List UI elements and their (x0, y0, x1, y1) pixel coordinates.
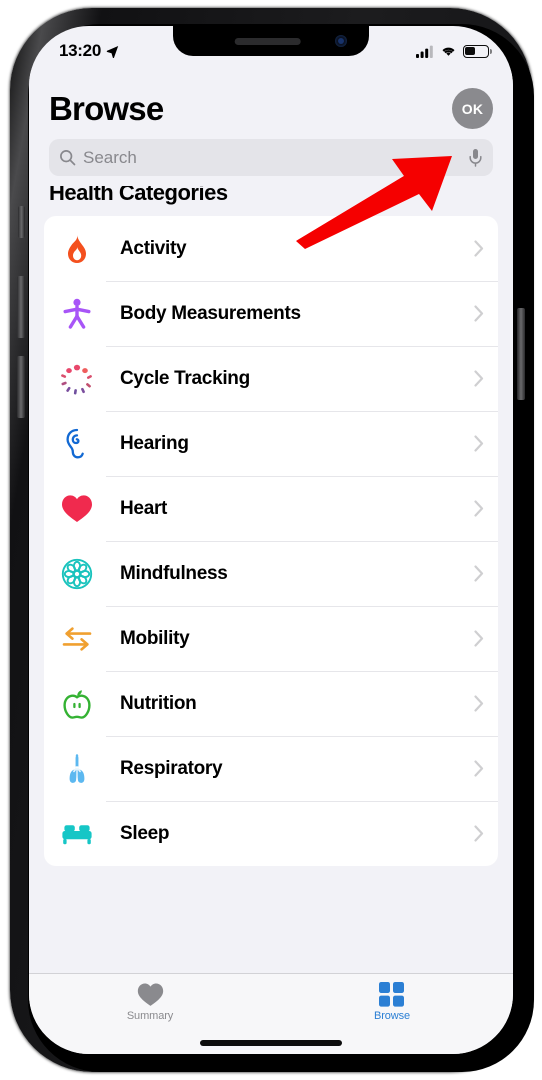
home-indicator[interactable] (200, 1040, 342, 1046)
list-item[interactable]: Mindfulness (44, 541, 498, 606)
power-button[interactable] (517, 308, 525, 400)
list-item-label: Heart (120, 497, 168, 519)
chevron-right-icon (474, 500, 484, 517)
list-item-label: Activity (120, 237, 187, 259)
notch (173, 26, 369, 56)
ear-icon (60, 427, 94, 461)
list-item-label: Body Measurements (120, 302, 301, 324)
heart-icon (60, 492, 94, 526)
scroll-content[interactable]: Health Categories Activity Body Measurem… (29, 168, 513, 973)
list-item[interactable]: Body Measurements (44, 281, 498, 346)
list-item[interactable]: Hearing (44, 411, 498, 476)
status-bar-left: 13:20 (59, 41, 119, 61)
app-header: Browse OK Search (29, 70, 513, 186)
bed-icon (60, 817, 94, 851)
apple-icon (60, 687, 94, 721)
tab-browse-label: Browse (373, 1010, 411, 1022)
list-item[interactable]: Mobility (44, 606, 498, 671)
search-icon (60, 150, 76, 166)
chevron-right-icon (474, 370, 484, 387)
mandala-icon (60, 557, 94, 591)
list-item-label: Nutrition (120, 692, 197, 714)
list-item-label: Cycle Tracking (120, 367, 250, 389)
tab-summary-label: Summary (126, 1010, 174, 1022)
avatar-profile-button[interactable]: OK (452, 88, 493, 129)
volume-up-button[interactable] (17, 276, 25, 338)
flame-icon (60, 232, 94, 266)
list-item-label: Mindfulness (120, 562, 228, 584)
list-item-label: Hearing (120, 432, 189, 454)
page-title: Browse (49, 89, 164, 127)
header-row: Browse OK (49, 88, 493, 129)
body-figure-icon (60, 297, 94, 331)
search-input[interactable]: Search (49, 139, 493, 176)
chevron-right-icon (474, 760, 484, 777)
chevron-right-icon (474, 630, 484, 647)
health-categories-card: Activity Body Measurements Cycle Trackin… (44, 216, 498, 866)
wifi-icon (442, 47, 455, 56)
chevron-right-icon (474, 305, 484, 322)
search-placeholder: Search (83, 147, 137, 167)
list-item-label: Mobility (120, 627, 190, 649)
volume-down-button[interactable] (17, 356, 25, 418)
status-bar-right (416, 44, 492, 58)
battery-icon (463, 44, 492, 58)
cycle-dots-icon (60, 362, 94, 396)
chevron-right-icon (474, 695, 484, 712)
front-camera-icon (335, 35, 347, 47)
list-item[interactable]: Sleep (44, 801, 498, 866)
avatar-initials: OK (461, 100, 484, 117)
heart-filled-icon (137, 983, 163, 1006)
list-item[interactable]: Nutrition (44, 671, 498, 736)
lungs-icon (60, 752, 94, 786)
microphone-icon[interactable] (468, 148, 483, 167)
list-item[interactable]: Cycle Tracking (44, 346, 498, 411)
cellular-signal-icon (416, 45, 433, 58)
earpiece-speaker (234, 38, 301, 45)
chevron-right-icon (474, 565, 484, 582)
chevron-right-icon (474, 240, 484, 257)
arrows-icon (60, 622, 94, 656)
chevron-right-icon (474, 435, 484, 452)
battery-fill (465, 46, 475, 56)
silent-switch[interactable] (18, 206, 25, 238)
list-item-label: Sleep (120, 822, 170, 844)
list-item[interactable]: Respiratory (44, 736, 498, 801)
grid-squares-icon (379, 982, 404, 1007)
list-item-label: Respiratory (120, 757, 223, 779)
chevron-right-icon (474, 825, 484, 842)
phone-screen: 13:20 Browse OK Search Health Categories… (29, 26, 513, 1054)
list-item[interactable]: Activity (44, 216, 498, 281)
status-time: 13:20 (59, 41, 101, 60)
list-item[interactable]: Heart (44, 476, 498, 541)
location-arrow-icon (106, 45, 119, 58)
